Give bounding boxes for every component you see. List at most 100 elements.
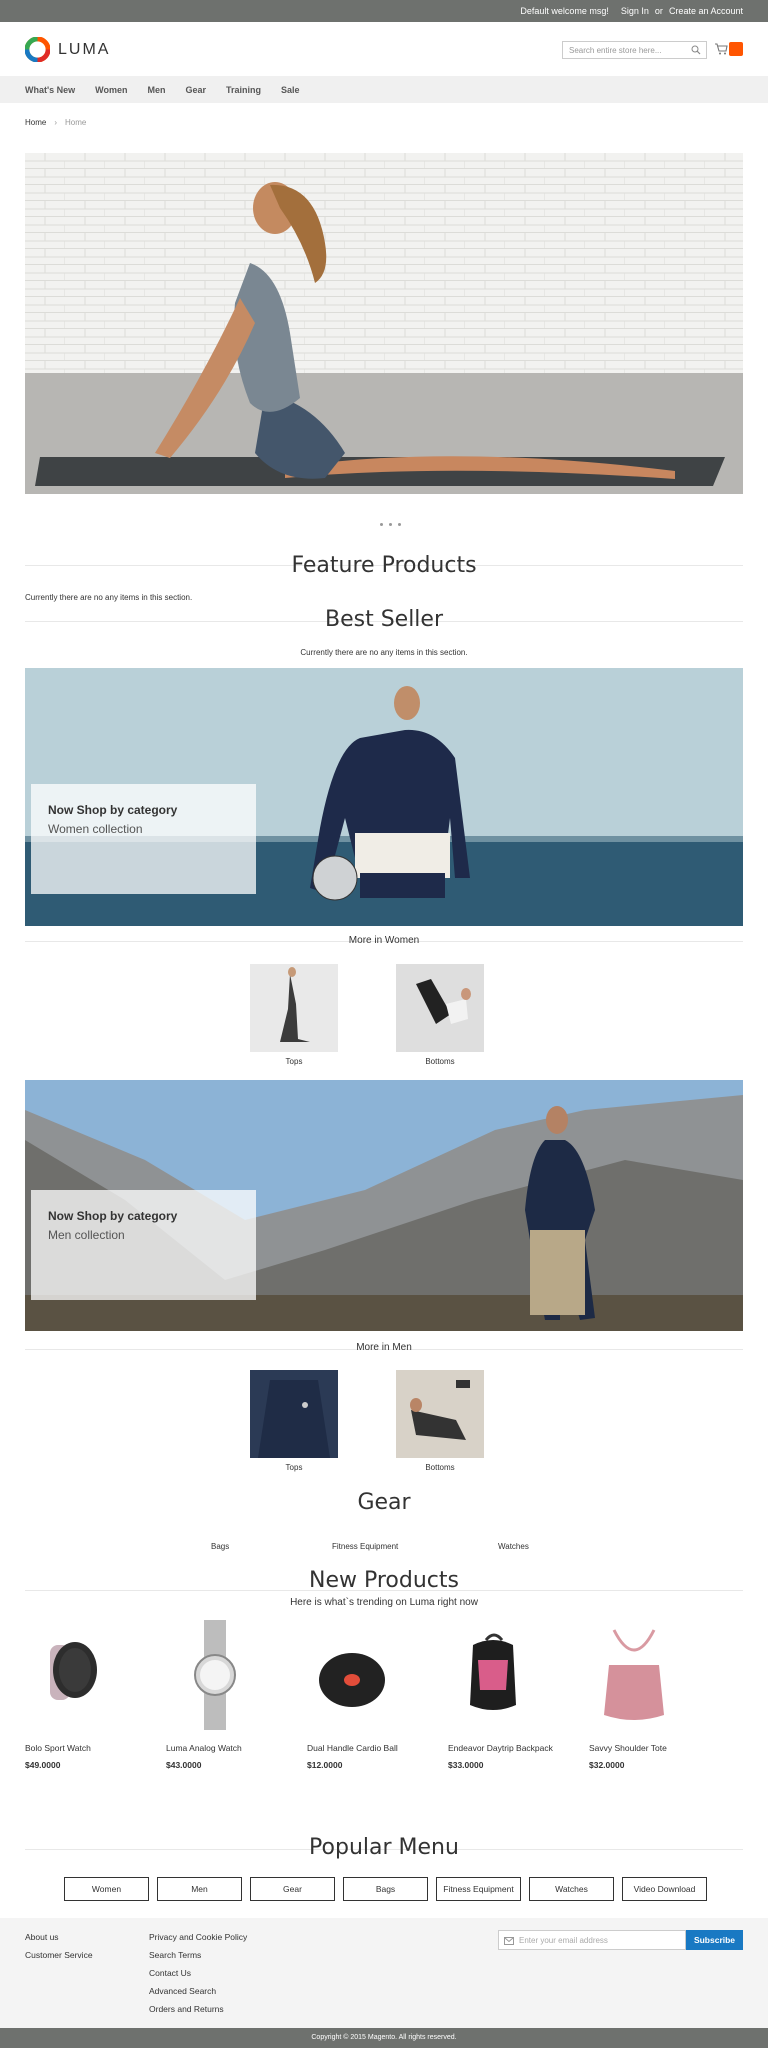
hero-image xyxy=(25,153,743,494)
women-bottoms-thumbnail[interactable] xyxy=(396,964,484,1052)
nav-item-women[interactable]: Women xyxy=(95,85,127,95)
footer-link-search-terms[interactable]: Search Terms xyxy=(149,1950,247,1960)
footer: About us Customer Service Privacy and Co… xyxy=(0,1918,768,2028)
popular-menu-fitness-equipment[interactable]: Fitness Equipment xyxy=(436,1877,521,1901)
sign-in-link[interactable]: Sign In xyxy=(621,6,649,16)
popular-menu-bags[interactable]: Bags xyxy=(343,1877,428,1901)
hero-slider-dots[interactable] xyxy=(380,523,401,526)
footer-link-contact-us[interactable]: Contact Us xyxy=(149,1968,247,1978)
breadcrumb: Home › Home xyxy=(25,118,86,127)
product-price: $33.0000 xyxy=(448,1760,484,1770)
search-placeholder: Search entire store here... xyxy=(569,46,662,55)
more-in-men-title: More in Men xyxy=(356,1342,412,1353)
product-price: $12.0000 xyxy=(307,1760,343,1770)
footer-link-customer-service[interactable]: Customer Service xyxy=(25,1950,93,1960)
newsletter-email-input[interactable]: Enter your email address xyxy=(498,1930,686,1950)
popular-menu-title: Popular Menu xyxy=(309,1835,459,1860)
header: LUMA Search entire store here... xyxy=(0,22,768,76)
men-bottoms-thumbnail[interactable] xyxy=(396,1370,484,1458)
newsletter-placeholder: Enter your email address xyxy=(519,1936,608,1945)
product-price: $32.0000 xyxy=(589,1760,625,1770)
women-tops-label[interactable]: Tops xyxy=(250,1057,338,1066)
product-name[interactable]: Dual Handle Cardio Ball xyxy=(307,1742,437,1754)
footer-link-about-us[interactable]: About us xyxy=(25,1932,93,1942)
luma-logo-icon xyxy=(25,37,50,62)
footer-link-orders-returns[interactable]: Orders and Returns xyxy=(149,2004,247,2014)
best-seller-empty: Currently there are no any items in this… xyxy=(300,648,468,657)
nav-item-sale[interactable]: Sale xyxy=(281,85,300,95)
nav-item-men[interactable]: Men xyxy=(148,85,166,95)
product-card[interactable]: Bolo Sport Watch $49.0000 xyxy=(25,1620,155,1770)
breadcrumb-chevron-icon: › xyxy=(54,118,58,127)
gear-title: Gear xyxy=(357,1490,411,1515)
product-card[interactable]: Endeavor Daytrip Backpack $33.0000 xyxy=(448,1620,578,1770)
breadcrumb-current: Home xyxy=(65,118,87,127)
footer-link-privacy[interactable]: Privacy and Cookie Policy xyxy=(149,1932,247,1942)
new-products-subtitle: Here is what`s trending on Luma right no… xyxy=(290,1597,478,1608)
product-image[interactable] xyxy=(166,1620,266,1730)
search-input[interactable]: Search entire store here... xyxy=(562,41,707,59)
product-card[interactable]: Savvy Shoulder Tote $32.0000 xyxy=(589,1620,719,1770)
best-seller-title: Best Seller xyxy=(324,607,443,632)
newsletter-form: Enter your email address Subscribe xyxy=(498,1930,743,1950)
popular-menu-gear[interactable]: Gear xyxy=(250,1877,335,1901)
men-banner-line2: Men collection xyxy=(48,1228,125,1242)
footer-links-col1: About us Customer Service xyxy=(25,1932,93,1968)
breadcrumb-home[interactable]: Home xyxy=(25,118,46,127)
popular-menu-men[interactable]: Men xyxy=(157,1877,242,1901)
gear-link-bags[interactable]: Bags xyxy=(211,1542,229,1551)
subscribe-button[interactable]: Subscribe xyxy=(686,1930,743,1950)
product-price: $43.0000 xyxy=(166,1760,202,1770)
women-bottoms-label[interactable]: Bottoms xyxy=(396,1057,484,1066)
logo[interactable]: LUMA xyxy=(25,37,110,62)
or-text: or xyxy=(654,6,663,16)
nav-item-whats-new[interactable]: What's New xyxy=(25,85,75,95)
popular-menu-women[interactable]: Women xyxy=(64,1877,149,1901)
women-category-banner[interactable]: Now Shop by category Women collection xyxy=(25,668,743,926)
popular-menu-watches[interactable]: Watches xyxy=(529,1877,614,1901)
popular-menu-video-download[interactable]: Video Download xyxy=(622,1877,707,1901)
women-banner-info: Now Shop by category Women collection xyxy=(31,784,256,894)
main-nav: What's New Women Men Gear Training Sale xyxy=(0,76,768,103)
nav-item-gear[interactable]: Gear xyxy=(186,85,207,95)
more-in-women-title: More in Women xyxy=(348,935,420,946)
cart-counter-badge[interactable] xyxy=(729,42,743,56)
create-account-link[interactable]: Create an Account xyxy=(669,6,743,16)
product-price: $49.0000 xyxy=(25,1760,61,1770)
men-category-banner[interactable]: Now Shop by category Men collection xyxy=(25,1080,743,1331)
product-card[interactable]: Dual Handle Cardio Ball $12.0000 xyxy=(307,1620,437,1770)
men-tops-thumbnail[interactable] xyxy=(250,1370,338,1458)
feature-products-empty: Currently there are no any items in this… xyxy=(25,593,193,602)
gear-link-watches[interactable]: Watches xyxy=(498,1542,529,1551)
nav-item-training[interactable]: Training xyxy=(226,85,261,95)
product-name[interactable]: Endeavor Daytrip Backpack xyxy=(448,1742,578,1754)
product-card[interactable]: Luma Analog Watch $43.0000 xyxy=(166,1620,296,1770)
women-tops-thumbnail[interactable] xyxy=(250,964,338,1052)
product-image[interactable] xyxy=(25,1620,125,1730)
footer-links-col2: Privacy and Cookie Policy Search Terms C… xyxy=(149,1932,247,2022)
product-name[interactable]: Bolo Sport Watch xyxy=(25,1742,155,1754)
women-banner-line2: Women collection xyxy=(48,822,143,836)
footer-link-advanced-search[interactable]: Advanced Search xyxy=(149,1986,247,1996)
men-bottoms-label[interactable]: Bottoms xyxy=(396,1463,484,1472)
product-image[interactable] xyxy=(448,1620,548,1730)
top-bar: Default welcome msg! Sign In or Create a… xyxy=(0,0,768,22)
product-image[interactable] xyxy=(589,1620,689,1730)
welcome-message: Default welcome msg! xyxy=(520,6,609,16)
product-name[interactable]: Savvy Shoulder Tote xyxy=(589,1742,719,1754)
envelope-icon xyxy=(504,1937,514,1945)
men-banner-line1: Now Shop by category xyxy=(48,1209,178,1223)
search-icon[interactable] xyxy=(691,45,701,55)
men-banner-info: Now Shop by category Men collection xyxy=(31,1190,256,1300)
feature-products-title: Feature Products xyxy=(291,553,477,578)
hero-banner[interactable] xyxy=(25,153,743,494)
product-name[interactable]: Luma Analog Watch xyxy=(166,1742,296,1754)
men-tops-label[interactable]: Tops xyxy=(250,1463,338,1472)
product-image[interactable] xyxy=(307,1620,407,1730)
logo-text: LUMA xyxy=(58,40,111,58)
popular-menu: Women Men Gear Bags Fitness Equipment Wa… xyxy=(64,1877,707,1901)
women-banner-line1: Now Shop by category xyxy=(48,803,178,817)
gear-link-fitness-equipment[interactable]: Fitness Equipment xyxy=(332,1542,398,1551)
copyright: Copyright © 2015 Magento. All rights res… xyxy=(0,2028,768,2048)
cart-icon[interactable] xyxy=(714,42,728,56)
